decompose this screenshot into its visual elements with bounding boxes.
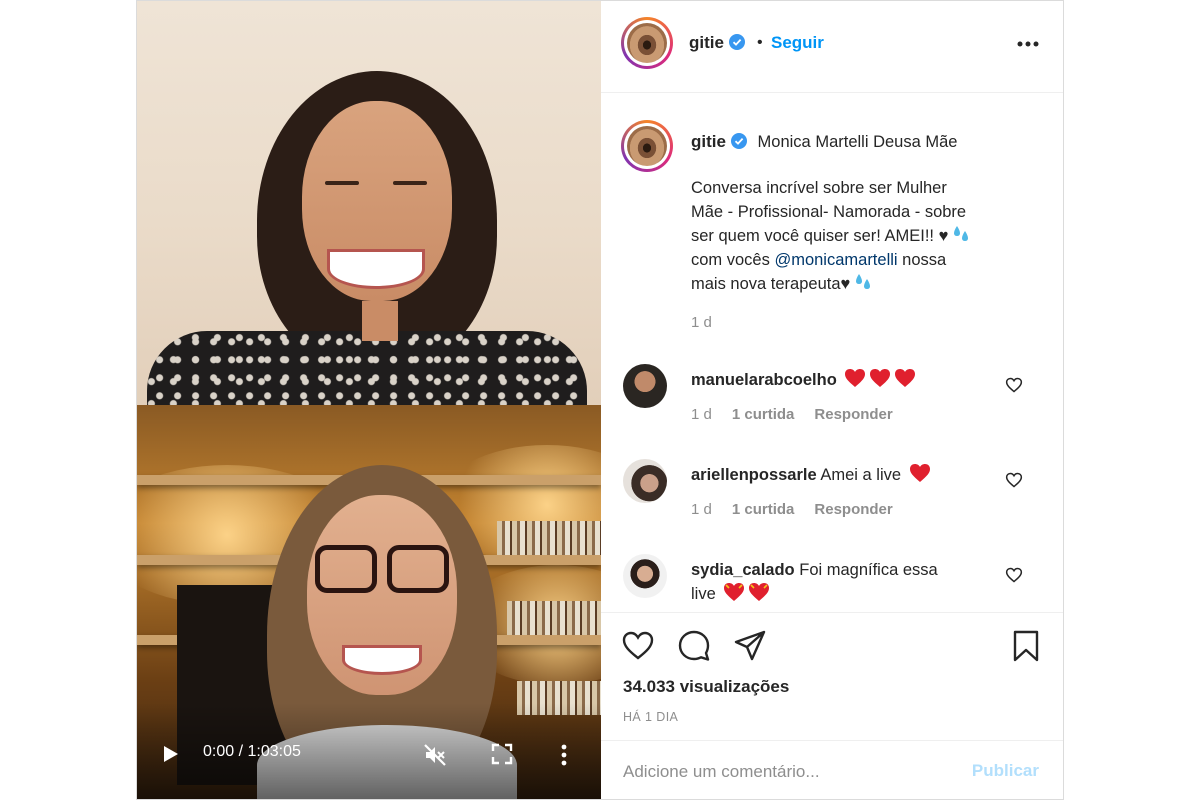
reply-button[interactable]: Responder [814, 501, 892, 518]
comment-likes[interactable]: 1 curtida [732, 501, 795, 518]
comment-age: 1 d [691, 501, 712, 518]
posted-time[interactable]: HÁ 1 DIA [623, 710, 678, 724]
video-player[interactable]: 0:00 / 1:03:05 [137, 1, 601, 799]
commenter-username[interactable]: ariellenpossarle [691, 466, 817, 484]
comment-item: manuelarabcoelho 1 d 1 curtida Responder [601, 364, 1063, 454]
more-options-icon[interactable] [1017, 41, 1039, 47]
caption-age: 1 d [691, 314, 712, 331]
droplets-emoji-icon [954, 226, 969, 241]
publish-button[interactable]: Publicar [972, 761, 1039, 781]
mention-link[interactable]: @monicamartelli [774, 251, 897, 269]
like-heart-icon[interactable] [621, 629, 655, 663]
share-paper-plane-icon[interactable] [733, 629, 767, 663]
commenter-avatar[interactable] [623, 459, 667, 503]
heart-emoji-icon [841, 369, 916, 389]
heart-emoji-icon [906, 464, 931, 484]
comment-age: 1 d [691, 406, 712, 423]
instagram-post: 0:00 / 1:03:05 gitie • Seguir gitie Moni… [136, 0, 1064, 800]
comment-text: Amei a live [820, 466, 902, 484]
follow-button[interactable]: Seguir [771, 33, 824, 53]
fullscreen-icon[interactable] [491, 743, 513, 765]
comment-text-continued: live [691, 585, 716, 603]
like-comment-icon[interactable] [1005, 376, 1023, 394]
caption-avatar[interactable] [621, 120, 673, 172]
commenter-avatar[interactable] [623, 364, 667, 408]
post-actions: 34.033 visualizações HÁ 1 DIA [601, 612, 1063, 740]
add-comment-bar: Publicar [601, 740, 1063, 799]
reply-button[interactable]: Responder [814, 406, 892, 423]
header-separator: • [757, 34, 763, 51]
view-count[interactable]: 34.033 visualizações [623, 677, 789, 697]
more-options-vertical-icon[interactable] [559, 743, 569, 767]
commenter-username[interactable]: manuelarabcoelho [691, 371, 837, 389]
comment-bubble-icon[interactable] [677, 629, 711, 663]
verified-badge-icon [728, 34, 745, 50]
muted-speaker-icon[interactable] [423, 743, 447, 767]
caption-title: Monica Martelli Deusa Mãe [757, 133, 958, 151]
droplets-emoji-icon [856, 274, 871, 289]
comment-text: Foi magnífica essa [799, 561, 938, 579]
commenter-avatar[interactable] [623, 554, 667, 598]
comments-list[interactable]: gitie Monica Martelli Deusa Mãe Conversa… [601, 94, 1063, 612]
commenter-username[interactable]: sydia_calado [691, 561, 795, 579]
save-bookmark-icon[interactable] [1009, 629, 1043, 663]
like-comment-icon[interactable] [1005, 566, 1023, 584]
comment-likes[interactable]: 1 curtida [732, 406, 795, 423]
video-controls: 0:00 / 1:03:05 [137, 703, 601, 799]
video-frame-top [137, 1, 601, 405]
author-username[interactable]: gitie [689, 33, 745, 53]
comment-item: ariellenpossarle Amei a live 1 d 1 curtid… [601, 459, 1063, 549]
caption-body: Conversa incrível sobre ser Mulher Mãe -… [691, 176, 1031, 296]
video-time: 0:00 / 1:03:05 [203, 743, 301, 760]
caption-header: gitie Monica Martelli Deusa Mãe [691, 130, 1027, 154]
caption-username[interactable]: gitie [691, 132, 726, 151]
sparkling-heart-emoji-icon [720, 583, 770, 603]
post-header: gitie • Seguir [601, 1, 1063, 93]
comment-input[interactable] [623, 759, 943, 785]
author-avatar[interactable] [621, 17, 673, 69]
like-comment-icon[interactable] [1005, 471, 1023, 489]
verified-badge-icon [730, 133, 747, 149]
comment-item: sydia_calado Foi magnífica essa live [601, 554, 1063, 612]
post-side-panel: gitie • Seguir gitie Monica Martelli Deu… [601, 1, 1063, 799]
play-icon[interactable] [163, 745, 179, 763]
